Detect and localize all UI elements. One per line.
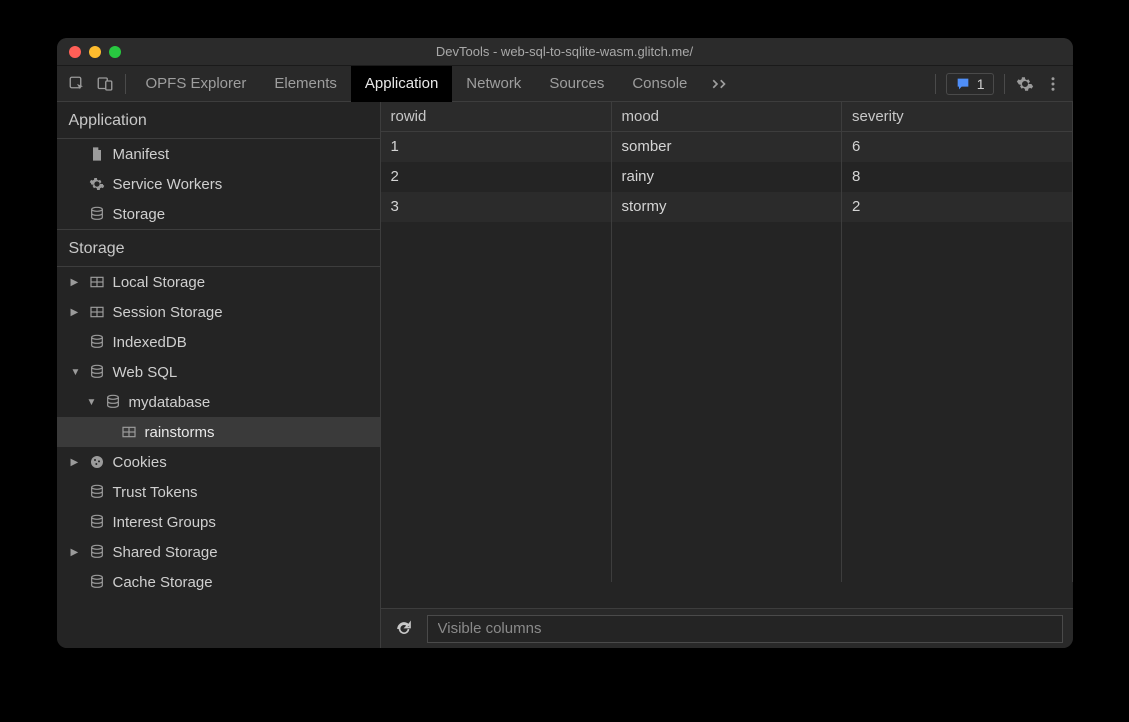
cylinder-icon xyxy=(103,394,123,410)
sidebar-item-cache-storage[interactable]: Cache Storage xyxy=(57,567,380,597)
bottom-toolbar xyxy=(381,608,1073,648)
sidebar-item-label: Storage xyxy=(113,206,166,223)
issues-count: 1 xyxy=(977,76,985,92)
main-panel: rowidmoodseverity 1somber62rainy83stormy… xyxy=(381,102,1073,648)
sidebar-item-shared-storage[interactable]: ▶ Shared Storage xyxy=(57,537,380,567)
column-header-rowid[interactable]: rowid xyxy=(381,102,612,132)
grid-icon xyxy=(87,274,107,290)
column-header-severity[interactable]: severity xyxy=(842,102,1073,132)
cylinder-icon xyxy=(87,206,107,222)
sidebar-item-rainstorms[interactable]: rainstorms xyxy=(57,417,380,447)
sidebar-item-label: Web SQL xyxy=(113,364,178,381)
application-sidebar: Application Manifest Service Workers Storag… xyxy=(57,102,381,648)
visible-columns-input[interactable] xyxy=(427,615,1063,643)
cookie-icon xyxy=(87,454,107,470)
more-tabs-icon[interactable] xyxy=(701,78,739,90)
sidebar-item-label: Interest Groups xyxy=(113,514,216,531)
gear-icon xyxy=(87,176,107,192)
sidebar-item-indexeddb[interactable]: IndexedDB xyxy=(57,327,380,357)
minimize-window-button[interactable] xyxy=(89,46,101,58)
table-row[interactable]: 2rainy8 xyxy=(381,162,1073,192)
sidebar-item-label: Cache Storage xyxy=(113,574,213,591)
sidebar-item-interest-groups[interactable]: Interest Groups xyxy=(57,507,380,537)
disclosure-triangle-icon[interactable]: ▶ xyxy=(71,277,83,288)
sidebar-item-label: Trust Tokens xyxy=(113,484,198,501)
disclosure-triangle-icon[interactable]: ▼ xyxy=(71,367,83,378)
grid-icon xyxy=(119,424,139,440)
cylinder-icon xyxy=(87,514,107,530)
table-row[interactable]: 1somber6 xyxy=(381,132,1073,162)
sidebar-item-label: mydatabase xyxy=(129,394,211,411)
inspect-element-icon[interactable] xyxy=(63,70,91,98)
content-area: Application Manifest Service Workers Storag… xyxy=(57,102,1073,648)
tab-network[interactable]: Network xyxy=(452,66,535,102)
disclosure-triangle-icon[interactable]: ▶ xyxy=(71,307,83,318)
sidebar-item-label: Session Storage xyxy=(113,304,223,321)
traffic-lights xyxy=(69,46,121,58)
devtools-window: DevTools - web-sql-to-sqlite-wasm.glitch… xyxy=(57,38,1073,648)
table-cell: 8 xyxy=(842,162,1073,192)
sidebar-item-label: Local Storage xyxy=(113,274,206,291)
tab-application[interactable]: Application xyxy=(351,66,452,102)
sidebar-item-web-sql[interactable]: ▼ Web SQL xyxy=(57,357,380,387)
tab-console[interactable]: Console xyxy=(618,66,701,102)
cylinder-icon xyxy=(87,364,107,380)
table-row[interactable]: 3stormy2 xyxy=(381,192,1073,222)
column-header-mood[interactable]: mood xyxy=(611,102,842,132)
table-cell: 3 xyxy=(381,192,612,222)
file-icon xyxy=(87,146,107,162)
cylinder-icon xyxy=(87,544,107,560)
table-cell: 6 xyxy=(842,132,1073,162)
sidebar-item-trust-tokens[interactable]: Trust Tokens xyxy=(57,477,380,507)
table-cell: somber xyxy=(611,132,842,162)
sql-table-view: rowidmoodseverity 1somber62rainy83stormy… xyxy=(381,102,1073,608)
disclosure-triangle-icon[interactable]: ▶ xyxy=(71,547,83,558)
table-cell: 2 xyxy=(842,192,1073,222)
window-title: DevTools - web-sql-to-sqlite-wasm.glitch… xyxy=(57,44,1073,59)
panel-tabs: OPFS ExplorerElementsApplicationNetworkS… xyxy=(132,66,702,102)
sidebar-section-header: Storage xyxy=(57,229,380,267)
toolbar-divider xyxy=(125,74,126,94)
close-window-button[interactable] xyxy=(69,46,81,58)
sidebar-item-service-workers[interactable]: Service Workers xyxy=(57,169,380,199)
tab-elements[interactable]: Elements xyxy=(260,66,351,102)
settings-gear-icon[interactable] xyxy=(1011,70,1039,98)
cylinder-icon xyxy=(87,484,107,500)
sidebar-item-label: IndexedDB xyxy=(113,334,187,351)
device-toggle-icon[interactable] xyxy=(91,70,119,98)
sidebar-item-label: Shared Storage xyxy=(113,544,218,561)
refresh-icon[interactable] xyxy=(391,616,417,642)
table-cell: 1 xyxy=(381,132,612,162)
sidebar-item-mydatabase[interactable]: ▼ mydatabase xyxy=(57,387,380,417)
main-toolbar: OPFS ExplorerElementsApplicationNetworkS… xyxy=(57,66,1073,102)
tab-opfs-explorer[interactable]: OPFS Explorer xyxy=(132,66,261,102)
table-header-row: rowidmoodseverity xyxy=(381,102,1073,132)
disclosure-triangle-icon[interactable]: ▼ xyxy=(87,397,99,408)
issues-badge[interactable]: 1 xyxy=(946,73,994,95)
grid-icon xyxy=(87,304,107,320)
kebab-menu-icon[interactable] xyxy=(1039,70,1067,98)
toolbar-divider xyxy=(1004,74,1005,94)
maximize-window-button[interactable] xyxy=(109,46,121,58)
disclosure-triangle-icon[interactable]: ▶ xyxy=(71,457,83,468)
sidebar-item-manifest[interactable]: Manifest xyxy=(57,139,380,169)
cylinder-icon xyxy=(87,334,107,350)
titlebar: DevTools - web-sql-to-sqlite-wasm.glitch… xyxy=(57,38,1073,66)
sidebar-item-storage[interactable]: Storage xyxy=(57,199,380,229)
table-cell: 2 xyxy=(381,162,612,192)
sidebar-item-label: Service Workers xyxy=(113,176,223,193)
table-cell: stormy xyxy=(611,192,842,222)
sidebar-item-session-storage[interactable]: ▶ Session Storage xyxy=(57,297,380,327)
sidebar-item-cookies[interactable]: ▶ Cookies xyxy=(57,447,380,477)
sidebar-item-label: Cookies xyxy=(113,454,167,471)
cylinder-icon xyxy=(87,574,107,590)
tab-sources[interactable]: Sources xyxy=(535,66,618,102)
toolbar-divider xyxy=(935,74,936,94)
sidebar-item-label: Manifest xyxy=(113,146,170,163)
table-cell: rainy xyxy=(611,162,842,192)
sidebar-item-label: rainstorms xyxy=(145,424,215,441)
sidebar-item-local-storage[interactable]: ▶ Local Storage xyxy=(57,267,380,297)
sidebar-section-header: Application xyxy=(57,102,380,139)
